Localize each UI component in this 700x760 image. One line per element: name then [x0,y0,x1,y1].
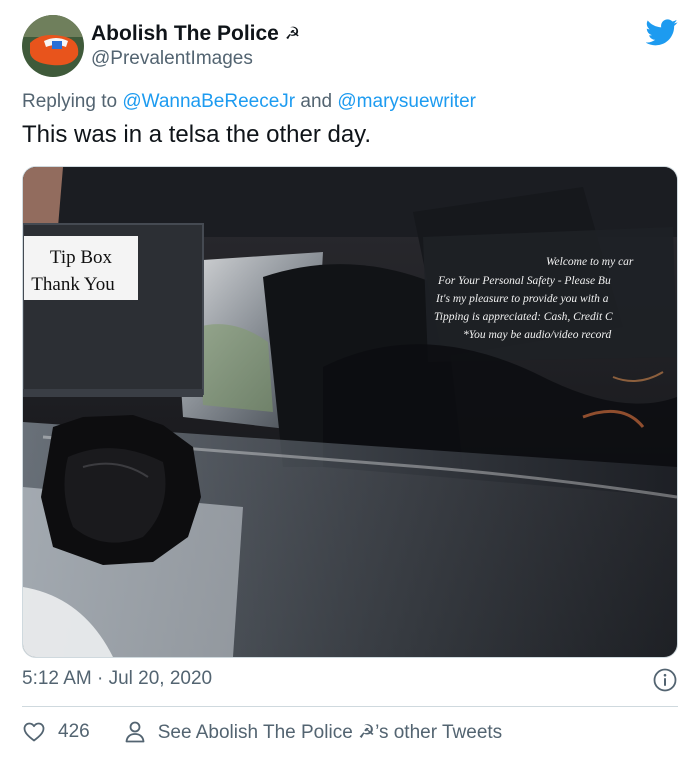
heart-icon[interactable] [22,720,46,744]
person-icon [125,721,145,743]
tip-box-label: Thank You [31,274,115,295]
reply-joiner: and [300,91,333,112]
tweet-text: This was in a telsa the other day. [22,121,372,148]
sign-line: *You may be audio/video record [463,329,611,341]
hammer-sickle-emoji: ☭ [284,24,301,43]
divider [22,706,678,707]
twitter-bird-icon[interactable] [645,16,678,48]
author-handle[interactable]: @PrevalentImages [91,48,253,70]
tweet-actions: 426 See Abolish The Police ☭’s other Twe… [22,718,502,746]
tip-box-label: Tip Box [50,247,113,268]
tweet-card: Abolish The Police ☭ @PrevalentImages Re… [0,0,700,760]
avatar[interactable] [22,15,84,77]
reply-context: Replying to @WannaBeReeceJr and @marysue… [22,91,476,113]
info-icon[interactable] [653,668,677,692]
sign-line: It's my pleasure to provide you with a [435,293,609,305]
sign-line: Tipping is appreciated: Cash, Credit C [434,311,613,323]
author-name-line[interactable]: Abolish The Police ☭ [91,22,300,46]
see-other-tweets-link[interactable]: See Abolish The Police ☭’s other Tweets [124,720,502,744]
display-name[interactable]: Abolish The Police [91,22,279,46]
sign-line: For Your Personal Safety - Please Bu [437,275,611,287]
reply-prefix: Replying to [22,91,118,112]
see-other-tweets-label[interactable]: See Abolish The Police ☭’s other Tweets [158,721,502,744]
like-button[interactable]: 426 [22,720,90,744]
mention-link[interactable]: @marysuewriter [337,91,476,112]
sign-line: Welcome to my car [546,256,634,268]
tweet-timestamp[interactable]: 5:12 AM · Jul 20, 2020 [22,668,212,690]
mention-link[interactable]: @WannaBeReeceJr [122,91,295,112]
tweet-photo[interactable]: Welcome to my car For Your Personal Safe… [22,166,678,658]
like-count[interactable]: 426 [58,721,90,743]
